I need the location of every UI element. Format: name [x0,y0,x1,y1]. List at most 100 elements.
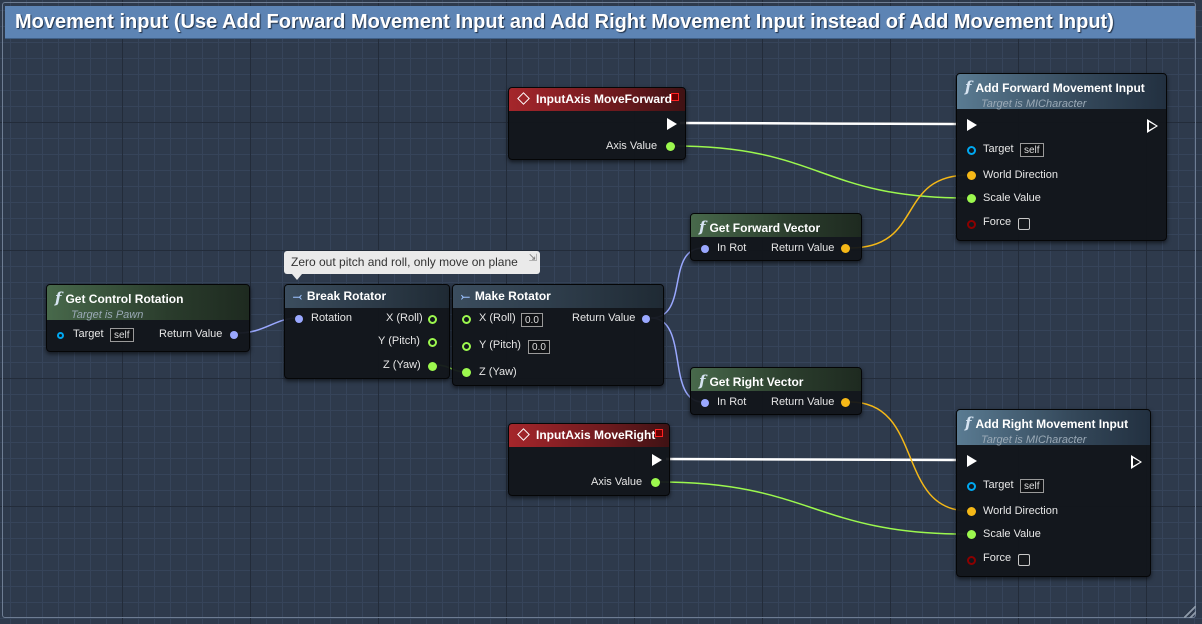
z-yaw-label: Z (Yaw) [479,366,517,378]
function-icon: f [699,218,706,236]
target-pin[interactable] [967,482,976,491]
rotation-input-pin[interactable] [295,315,303,323]
z-yaw-input-pin[interactable] [462,368,471,377]
in-rot-label: In Rot [717,396,747,408]
exec-output-pin[interactable] [652,454,662,466]
node-header: ⤙ Break Rotator [285,285,449,308]
y-pitch-input-pin[interactable] [462,342,471,351]
world-direction-label: World Direction [983,169,1058,181]
resize-grip-icon[interactable] [1184,606,1196,618]
y-pitch-value[interactable]: 0.0 [528,340,550,354]
delegate-pin-icon[interactable] [671,93,679,101]
node-get-control-rotation[interactable]: f Get Control Rotation Target is Pawn Tar… [46,284,250,352]
comment-bubble-text: Zero out pitch and roll, only move on pl… [291,255,518,269]
return-value-label: Return Value [771,242,835,254]
node-title: Get Control Rotation [65,292,184,306]
node-header: InputAxis MoveRight [509,424,669,447]
node-get-right-vector[interactable]: f Get Right Vector In Rot Return Value [690,367,862,415]
delegate-pin-icon[interactable] [655,429,663,437]
rotation-label: Rotation [311,312,352,324]
exec-output-pin[interactable] [1131,455,1142,469]
comment-box-title[interactable]: Movement input (Use Add Forward Movement… [5,6,1195,39]
world-direction-pin[interactable] [967,171,976,180]
force-label: Force [983,552,1012,564]
force-checkbox[interactable] [1018,554,1030,566]
node-header: f Get Control Rotation Target is Pawn [47,285,249,321]
node-title: Add Forward Movement Input [975,81,1145,95]
target-value[interactable]: self [1020,479,1044,493]
node-header: f Get Right Vector [691,368,861,391]
x-roll-value[interactable]: 0.0 [521,313,543,327]
force-pin[interactable] [967,220,976,229]
target-label: Target [73,328,104,340]
z-yaw-output-pin[interactable] [428,362,437,371]
comment-bubble[interactable]: Zero out pitch and roll, only move on pl… [284,251,540,280]
target-value[interactable]: self [110,328,134,342]
world-direction-pin[interactable] [967,507,976,516]
node-add-right-movement-input[interactable]: f Add Right Movement Input Target is MICh… [956,409,1151,577]
pin-icon[interactable]: ⇲ [529,253,537,264]
exec-output-pin[interactable] [667,118,677,130]
y-pitch-output-pin[interactable] [428,338,437,347]
node-header: f Get Forward Vector [691,214,861,237]
node-add-forward-movement-input[interactable]: f Add Forward Movement Input Target is MI… [956,73,1167,241]
force-pin[interactable] [967,556,976,565]
axis-value-pin[interactable] [666,142,675,151]
return-value-pin[interactable] [841,244,850,253]
node-title: Make Rotator [474,289,551,303]
node-make-rotator[interactable]: ⤚ Make Rotator X (Roll) 0.0 Return Value … [452,284,664,386]
node-title: InputAxis MoveRight [536,428,656,442]
return-value-pin[interactable] [642,315,650,323]
return-value-pin[interactable] [230,331,238,339]
node-header: f Add Forward Movement Input Target is MI… [957,74,1166,110]
target-pin[interactable] [57,332,64,339]
exec-input-pin[interactable] [967,455,977,467]
axis-value-pin[interactable] [651,478,660,487]
node-header: f Add Right Movement Input Target is MICh… [957,410,1150,446]
return-value-label: Return Value [771,396,835,408]
target-pin[interactable] [967,146,976,155]
blueprint-graph-canvas[interactable]: Movement input (Use Add Forward Movement… [0,0,1202,624]
target-label: Target [983,143,1014,155]
axis-value-label: Axis Value [606,140,658,152]
node-break-rotator[interactable]: ⤙ Break Rotator Rotation X (Roll) Y (Pitc… [284,284,450,379]
in-rot-label: In Rot [717,242,747,254]
target-label: Target [983,479,1014,491]
target-value[interactable]: self [1020,143,1044,157]
world-direction-label: World Direction [983,505,1058,517]
node-title: Get Forward Vector [709,221,821,235]
force-checkbox[interactable] [1018,218,1030,230]
force-label: Force [983,216,1012,228]
x-roll-label: X (Roll) [386,312,423,324]
node-subtitle: Target is MICharacter [981,434,1087,446]
axis-value-label: Axis Value [591,476,643,488]
scale-value-pin[interactable] [967,530,976,539]
function-icon: f [965,78,972,96]
z-yaw-label: Z (Yaw) [383,359,421,371]
y-pitch-label: Y (Pitch) [479,339,521,351]
break-struct-icon: ⤙ [293,291,302,303]
x-roll-label: X (Roll) [479,312,516,324]
y-pitch-label: Y (Pitch) [378,335,420,347]
function-icon: f [965,414,972,432]
scale-value-pin[interactable] [967,194,976,203]
x-roll-input-pin[interactable] [462,315,471,324]
node-title: Add Right Movement Input [975,417,1129,431]
event-diamond-icon [517,92,530,105]
scale-value-label: Scale Value [983,192,1041,204]
node-inputaxis-moveright[interactable]: InputAxis MoveRight Axis Value [508,423,670,496]
function-icon: f [55,289,62,307]
node-header: ⤚ Make Rotator [453,285,663,308]
in-rot-pin[interactable] [701,399,709,407]
node-inputaxis-moveforward[interactable]: InputAxis MoveForward Axis Value [508,87,686,160]
exec-input-pin[interactable] [967,119,977,131]
x-roll-output-pin[interactable] [428,315,437,324]
return-value-pin[interactable] [841,398,850,407]
exec-output-pin[interactable] [1147,119,1158,133]
node-header: InputAxis MoveForward [509,88,685,111]
node-title: Break Rotator [306,289,387,303]
node-get-forward-vector[interactable]: f Get Forward Vector In Rot Return Value [690,213,862,261]
node-subtitle: Target is Pawn [71,309,144,321]
make-struct-icon: ⤚ [461,291,470,303]
in-rot-pin[interactable] [701,245,709,253]
